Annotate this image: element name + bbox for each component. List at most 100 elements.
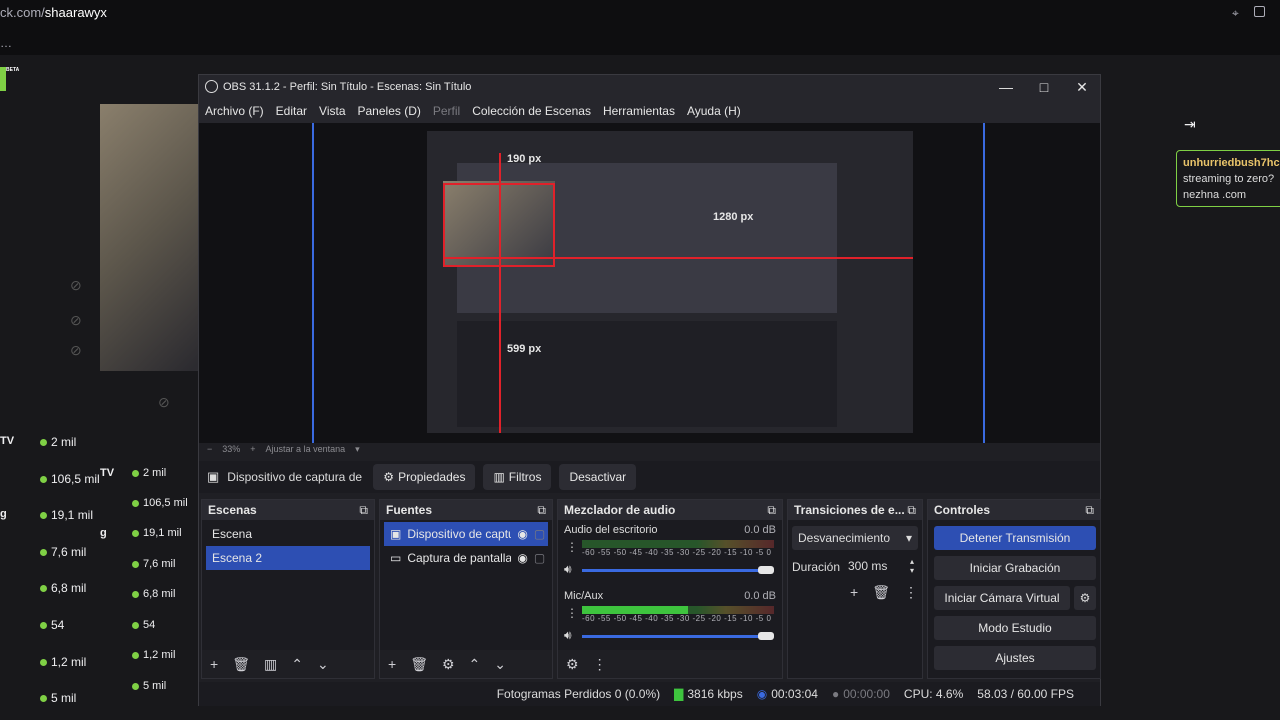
channel-label: TV <box>100 467 115 479</box>
control-label: Ajustes <box>995 651 1035 665</box>
move-down-icon[interactable]: ⌄ <box>317 656 329 673</box>
lock-icon[interactable]: ▢ <box>534 551 545 565</box>
menu-item[interactable]: Vista <box>313 104 351 118</box>
spin-arrows-icon[interactable]: ▴ ▾ <box>910 557 914 575</box>
menu-item[interactable]: Editar <box>270 104 313 118</box>
selection-box[interactable] <box>443 183 555 267</box>
channel-stat[interactable]: 54 <box>40 618 64 632</box>
channel-stat[interactable]: 1,2 mil <box>40 655 86 669</box>
menu-item[interactable]: Colección de Escenas <box>466 104 597 118</box>
trash-icon[interactable]: 🗑︎ <box>410 656 428 673</box>
channel-stat[interactable]: 5 mil <box>40 691 76 705</box>
volume-knob[interactable] <box>758 566 774 574</box>
eye-icon[interactable]: ◉ <box>517 551 527 565</box>
channel-label: TV <box>0 435 15 447</box>
mixer-settings-icon[interactable]: ⚙ <box>566 656 579 673</box>
duration-spinbox[interactable]: 300 ms ▴ ▾ <box>844 554 918 578</box>
add-icon[interactable]: + <box>850 584 858 601</box>
menu-item[interactable]: Perfil <box>427 104 466 118</box>
kebab-icon[interactable]: ⋮ <box>593 656 607 673</box>
popout-icon[interactable] <box>1254 6 1265 17</box>
add-icon[interactable]: + <box>210 656 218 672</box>
scene-item[interactable]: Escena <box>206 522 370 546</box>
url-domain: shaarawyx <box>44 5 107 20</box>
menu-item[interactable]: Archivo (F) <box>199 104 270 118</box>
trash-icon[interactable]: 🗑︎ <box>232 656 250 673</box>
properties-button[interactable]: ⚙ Propiedades <box>373 464 476 490</box>
undock-icon[interactable]: ⧉ <box>767 503 776 518</box>
channel-stat[interactable]: 2 mil <box>40 435 76 449</box>
address-bar[interactable]: ck.com/shaarawyx <box>0 5 107 20</box>
control-button[interactable]: Modo Estudio <box>934 616 1096 640</box>
live-dot-icon <box>40 694 47 702</box>
volume-slider[interactable] <box>582 569 768 572</box>
pin-icon[interactable]: ⌖ <box>1232 6 1239 21</box>
source-item[interactable]: ▣ Dispositivo de captu ◉ ▢ <box>384 522 548 546</box>
speaker-icon[interactable]: 🔊︎ <box>564 628 572 643</box>
channel-stat[interactable]: 106,5 mil <box>132 497 188 509</box>
control-button[interactable]: Ajustes <box>934 646 1096 670</box>
kebab-icon[interactable]: ⋮ <box>566 540 578 554</box>
undock-icon[interactable]: ⧉ <box>359 503 368 518</box>
undock-icon[interactable]: ⧉ <box>907 503 916 518</box>
viewer-count: 7,6 mil <box>51 545 87 559</box>
channel-stat[interactable]: 6,8 mil <box>132 588 175 600</box>
chat-username[interactable]: unhurriedbush7hc <box>1183 155 1280 171</box>
menu-item[interactable]: Paneles (D) <box>352 104 427 118</box>
channel-stat[interactable]: 2 mil <box>132 467 166 479</box>
channel-stat[interactable]: 7,6 mil <box>40 545 86 559</box>
menu-item[interactable]: Ayuda (H) <box>681 104 747 118</box>
move-up-icon[interactable]: ⌃ <box>291 656 303 673</box>
gear-icon[interactable]: ⚙ <box>442 656 455 673</box>
control-button[interactable]: Iniciar Cámara Virtual <box>934 586 1070 610</box>
ellipsis-icon[interactable]: … <box>0 36 12 50</box>
undock-icon[interactable]: ⧉ <box>1085 503 1094 518</box>
zoom-bar: − 33% + Ajustar a la ventana ▾ <box>199 441 1100 457</box>
signal-icon: ▇ <box>674 687 684 701</box>
preview-canvas[interactable]: 190 px 1280 px 599 px <box>199 123 1100 443</box>
move-up-icon[interactable]: ⌃ <box>469 656 481 673</box>
channel-stat[interactable]: 6,8 mil <box>40 581 86 595</box>
deactivate-button[interactable]: Desactivar <box>559 464 637 490</box>
move-down-icon[interactable]: ⌄ <box>494 656 506 673</box>
volume-knob[interactable] <box>758 632 774 640</box>
kebab-icon[interactable]: ⋮ <box>904 584 918 601</box>
fit-to-window[interactable]: Ajustar a la ventana <box>266 444 346 454</box>
channel-stat[interactable]: 5 mil <box>132 680 166 692</box>
filters-button[interactable]: ▥ Filtros <box>483 464 552 490</box>
zoom-in-button[interactable]: + <box>250 444 255 454</box>
trash-icon[interactable]: 🗑︎ <box>872 584 890 601</box>
volume-slider[interactable] <box>582 635 768 638</box>
undock-icon[interactable]: ⧉ <box>537 503 546 518</box>
kebab-icon[interactable]: ⋮ <box>566 606 578 620</box>
scene-item[interactable]: Escena 2 <box>206 546 370 570</box>
channel-stat[interactable]: 19,1 mil <box>132 527 182 539</box>
transition-select[interactable]: Desvanecimiento ▾ <box>792 526 918 550</box>
window-titlebar[interactable]: OBS 31.1.2 - Perfil: Sin Título - Escena… <box>199 75 1100 99</box>
add-icon[interactable]: + <box>388 656 396 672</box>
gear-icon[interactable]: ⚙ <box>1074 586 1096 610</box>
zoom-out-button[interactable]: − <box>207 444 212 454</box>
channel-stat[interactable]: 54 <box>132 619 155 631</box>
source-item[interactable]: ▭ Captura de pantalla ◉ ▢ <box>384 546 548 570</box>
close-icon[interactable]: ✕ <box>1063 75 1101 99</box>
control-label: Detener Transmisión <box>959 531 1071 545</box>
minimize-icon[interactable]: — <box>987 75 1025 99</box>
eye-icon[interactable]: ◉ <box>517 527 527 541</box>
filters-label: Filtros <box>508 470 542 484</box>
monitor-icon: ▭ <box>390 551 402 565</box>
speaker-icon[interactable]: 🔊︎ <box>564 562 572 577</box>
channel-stat[interactable]: 7,6 mil <box>132 558 175 570</box>
channel-stat[interactable]: 1,2 mil <box>132 649 175 661</box>
chat-collapse-icon[interactable]: ⇥ <box>1184 116 1196 133</box>
mute-icon: ⊘ <box>70 312 82 328</box>
lock-icon[interactable]: ▢ <box>534 527 545 541</box>
menu-item[interactable]: Herramientas <box>597 104 681 118</box>
filter-icon[interactable]: ▥ <box>264 656 277 673</box>
chevron-down-icon[interactable]: ▾ <box>355 444 360 455</box>
control-button[interactable]: Iniciar Grabación <box>934 556 1096 580</box>
channel-stat[interactable]: 19,1 mil <box>40 508 93 522</box>
channel-stat[interactable]: 106,5 mil <box>40 472 100 486</box>
maximize-icon[interactable]: □ <box>1025 75 1063 99</box>
control-button[interactable]: Detener Transmisión <box>934 526 1096 550</box>
